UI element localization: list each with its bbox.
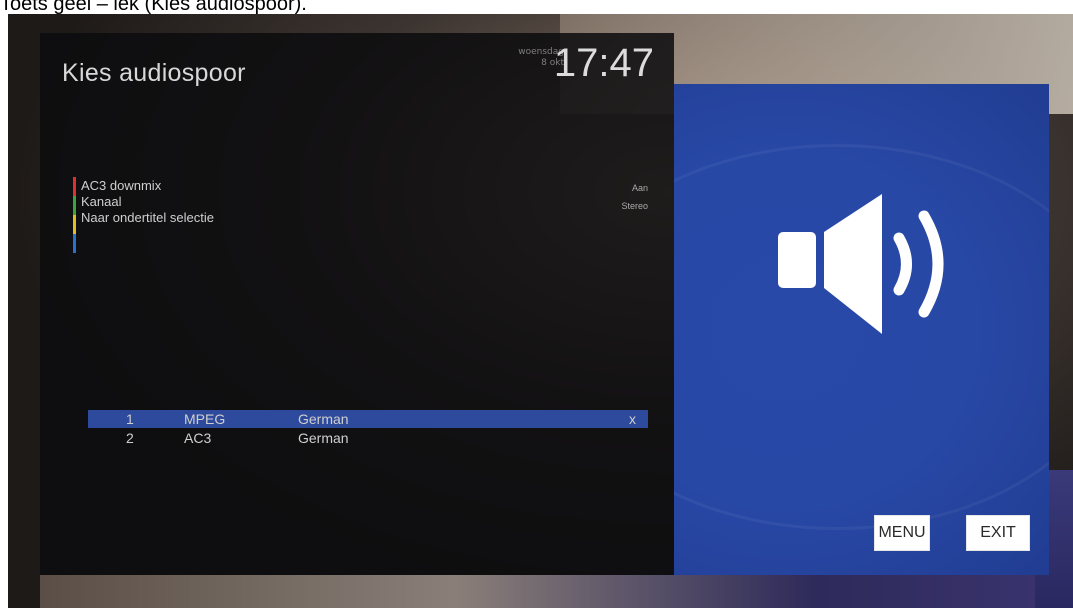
background-bottom-strip xyxy=(40,575,1073,608)
option-ac3-downmix[interactable]: AC3 downmix xyxy=(81,178,161,194)
page-title: Kies audiospoor xyxy=(62,59,246,87)
green-key-bar xyxy=(73,196,76,215)
track-row[interactable]: 2 AC3 German xyxy=(88,429,648,447)
track-selected-mark: x xyxy=(629,411,636,427)
track-language: German xyxy=(298,430,349,446)
blue-key-bar xyxy=(73,234,76,253)
audio-select-panel: Kies audiospoor woensdag 8 okt 17:47 AC3… xyxy=(40,33,674,575)
track-language: German xyxy=(298,411,349,427)
exit-button[interactable]: EXIT xyxy=(966,515,1030,551)
red-key-bar xyxy=(73,177,76,196)
audio-icon-panel: MENU EXIT xyxy=(674,84,1049,575)
option-kanaal[interactable]: Kanaal xyxy=(81,194,121,210)
clock-time: 17:47 xyxy=(553,41,654,85)
option-kanaal-value: Stereo xyxy=(621,201,648,211)
menu-button[interactable]: MENU xyxy=(874,515,930,551)
option-ac3-downmix-value: Aan xyxy=(631,183,648,193)
color-key-bars xyxy=(73,177,76,253)
track-row[interactable]: 1 MPEG German x xyxy=(88,410,648,428)
caption-text: Toets geel – lek (Kies audiospoor). xyxy=(0,0,307,14)
track-number: 1 xyxy=(126,411,134,427)
track-codec: AC3 xyxy=(184,430,212,446)
track-number: 2 xyxy=(126,430,134,446)
option-ondertitel[interactable]: Naar ondertitel selectie xyxy=(81,210,214,226)
yellow-key-bar xyxy=(73,215,76,234)
speaker-volume-icon xyxy=(778,194,944,334)
track-codec: MPEG xyxy=(184,411,226,427)
